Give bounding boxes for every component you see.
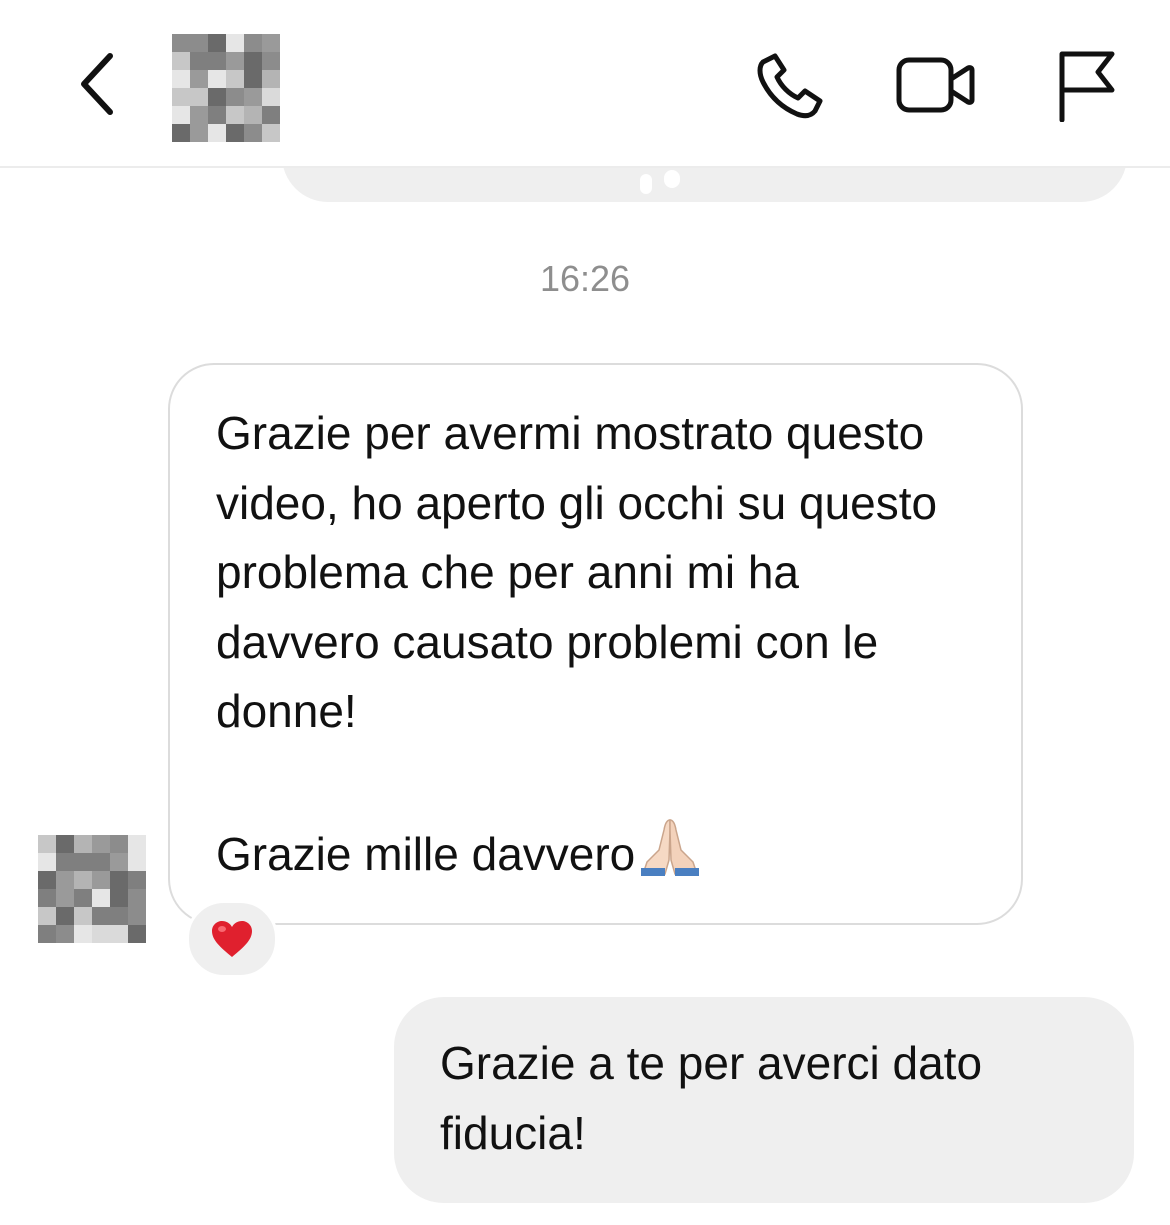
outgoing-message-text: Grazie a te per averci dato fiducia! (440, 1037, 983, 1159)
call-button[interactable] (745, 40, 835, 130)
phone-icon (757, 53, 823, 119)
contact-avatar[interactable] (172, 34, 280, 142)
chat-header (0, 0, 1170, 168)
incoming-message-text-2: Grazie mille davvero (216, 816, 975, 896)
message-timestamp: 16:26 (539, 258, 631, 299)
back-button[interactable] (68, 48, 124, 120)
report-button[interactable] (1040, 40, 1130, 130)
heart-emoji (212, 921, 252, 957)
flag-icon (1059, 51, 1115, 122)
incoming-message-thanks: Grazie mille davvero (216, 827, 636, 880)
folded-hands-emoji (637, 816, 703, 896)
sender-avatar[interactable] (38, 835, 146, 943)
outgoing-message-bubble[interactable]: Grazie a te per averci dato fiducia! (394, 997, 1134, 1203)
video-camera-icon (896, 57, 975, 113)
incoming-message-bubble[interactable]: Grazie per avermi mostrato questo video,… (168, 363, 1023, 925)
heart-reaction[interactable] (186, 900, 278, 978)
incoming-message-text: Grazie per avermi mostrato questo video,… (216, 407, 938, 737)
video-call-button[interactable] (891, 40, 981, 130)
chevron-left-icon (81, 53, 113, 115)
